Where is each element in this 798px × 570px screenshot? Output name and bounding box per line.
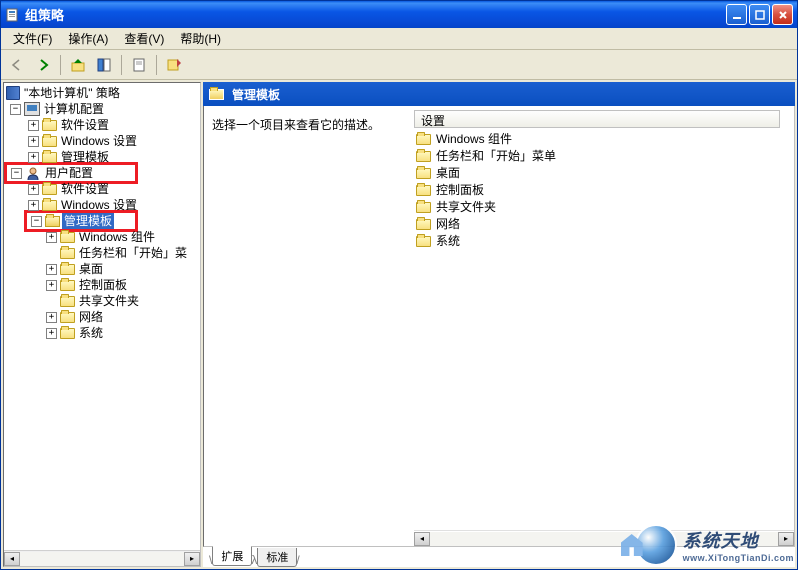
expander-icon[interactable]: + (28, 184, 39, 195)
expander-icon[interactable]: − (10, 104, 21, 115)
scroll-left-icon[interactable]: ◂ (4, 552, 20, 566)
folder-open-icon (45, 216, 60, 227)
window-title: 组策略 (25, 5, 726, 24)
toolbar (1, 50, 797, 80)
tree-at-windows-components[interactable]: + Windows 组件 (6, 229, 198, 245)
folder-icon (42, 184, 57, 195)
folder-open-icon (209, 89, 224, 100)
folder-icon (42, 120, 57, 131)
list-items: Windows 组件 任务栏和「开始」菜单 桌面 控制面板 共享文件夹 网络 系… (414, 130, 794, 530)
folder-icon (416, 202, 431, 213)
tree-user-config[interactable]: − 用户配置 (7, 165, 135, 181)
tab-extended[interactable]: 扩展 (212, 546, 252, 566)
detail-header: 管理模板 (203, 82, 795, 106)
expander-icon[interactable]: + (46, 312, 57, 323)
folder-icon (416, 219, 431, 230)
tree-at-control-panel[interactable]: + 控制面板 (6, 277, 198, 293)
user-icon (25, 166, 41, 180)
watermark-url: www.XiTongTianDi.com (683, 553, 794, 563)
back-button[interactable] (5, 53, 29, 77)
folder-icon (42, 200, 57, 211)
forward-button[interactable] (31, 53, 55, 77)
list-item[interactable]: Windows 组件 (414, 130, 794, 147)
show-hide-tree-button[interactable] (92, 53, 116, 77)
list-item[interactable]: 系统 (414, 232, 794, 249)
up-button[interactable] (66, 53, 90, 77)
tree-pane: "本地计算机" 策略 − 计算机配置 + 软件设置 (3, 82, 201, 567)
list-item[interactable]: 任务栏和「开始」菜单 (414, 147, 794, 164)
folder-icon (60, 264, 75, 275)
tree-at-shared-folders[interactable]: 共享文件夹 (6, 293, 198, 309)
filter-button[interactable] (162, 53, 186, 77)
tree-at-desktop[interactable]: + 桌面 (6, 261, 198, 277)
close-button[interactable] (772, 4, 793, 25)
folder-icon (60, 296, 75, 307)
tree-user-software-settings[interactable]: + 软件设置 (6, 181, 198, 197)
tree-at-system[interactable]: + 系统 (6, 325, 198, 341)
expander-icon[interactable]: + (46, 328, 57, 339)
expander-icon[interactable]: + (28, 200, 39, 211)
folder-icon (416, 185, 431, 196)
menu-help[interactable]: 帮助(H) (172, 28, 229, 49)
folder-icon (60, 328, 75, 339)
menu-file[interactable]: 文件(F) (5, 28, 60, 49)
folder-icon (416, 151, 431, 162)
folder-icon (416, 134, 431, 145)
list-item[interactable]: 网络 (414, 215, 794, 232)
tree-root[interactable]: "本地计算机" 策略 (6, 85, 198, 101)
folder-icon (416, 168, 431, 179)
tree-windows-settings[interactable]: + Windows 设置 (6, 133, 198, 149)
watermark-logo-icon (635, 524, 677, 566)
folder-icon (60, 248, 75, 259)
list-item[interactable]: 控制面板 (414, 181, 794, 198)
folder-icon (42, 152, 57, 163)
column-header-settings[interactable]: 设置 (414, 110, 780, 128)
expander-icon[interactable]: + (28, 152, 39, 163)
tree-hscrollbar[interactable]: ◂ ▸ (4, 550, 200, 566)
folder-icon (416, 236, 431, 247)
minimize-button[interactable] (726, 4, 747, 25)
folder-icon (60, 232, 75, 243)
scroll-left-icon[interactable]: ◂ (414, 532, 430, 546)
expander-icon[interactable]: + (46, 232, 57, 243)
tree-user-admin-templates[interactable]: − 管理模板 (27, 213, 135, 229)
expander-icon[interactable]: + (28, 136, 39, 147)
policy-icon (6, 86, 20, 100)
expander-icon[interactable]: + (46, 280, 57, 291)
expander-icon[interactable]: + (28, 120, 39, 131)
expander-icon[interactable]: − (11, 168, 22, 179)
tree-at-network[interactable]: + 网络 (6, 309, 198, 325)
watermark-title: 系统天地 (683, 527, 794, 553)
list-item[interactable]: 桌面 (414, 164, 794, 181)
watermark: 系统天地 www.XiTongTianDi.com (635, 524, 794, 566)
folder-icon (42, 136, 57, 147)
expander-icon[interactable]: − (31, 216, 42, 227)
tree-software-settings[interactable]: + 软件设置 (6, 117, 198, 133)
titlebar[interactable]: 组策略 (1, 1, 797, 28)
expander-icon[interactable]: + (46, 264, 57, 275)
folder-icon (60, 312, 75, 323)
maximize-button[interactable] (749, 4, 770, 25)
menubar: 文件(F) 操作(A) 查看(V) 帮助(H) (1, 28, 797, 50)
list-item[interactable]: 共享文件夹 (414, 198, 794, 215)
tree-at-taskbar-start[interactable]: 任务栏和「开始」菜 (6, 245, 198, 261)
properties-button[interactable] (127, 53, 151, 77)
computer-icon (24, 102, 40, 116)
detail-prompt: 选择一个项目来查看它的描述。 (212, 116, 406, 133)
detail-title: 管理模板 (232, 86, 280, 103)
tree-computer-config[interactable]: − 计算机配置 (6, 101, 198, 117)
menu-view[interactable]: 查看(V) (116, 28, 172, 49)
folder-icon (60, 280, 75, 291)
tab-standard[interactable]: 标准 (257, 548, 297, 567)
scroll-right-icon[interactable]: ▸ (184, 552, 200, 566)
menu-action[interactable]: 操作(A) (60, 28, 116, 49)
detail-pane: 管理模板 选择一个项目来查看它的描述。 设置 Windows 组件 任务栏和「开… (203, 82, 795, 567)
app-icon (5, 7, 21, 23)
